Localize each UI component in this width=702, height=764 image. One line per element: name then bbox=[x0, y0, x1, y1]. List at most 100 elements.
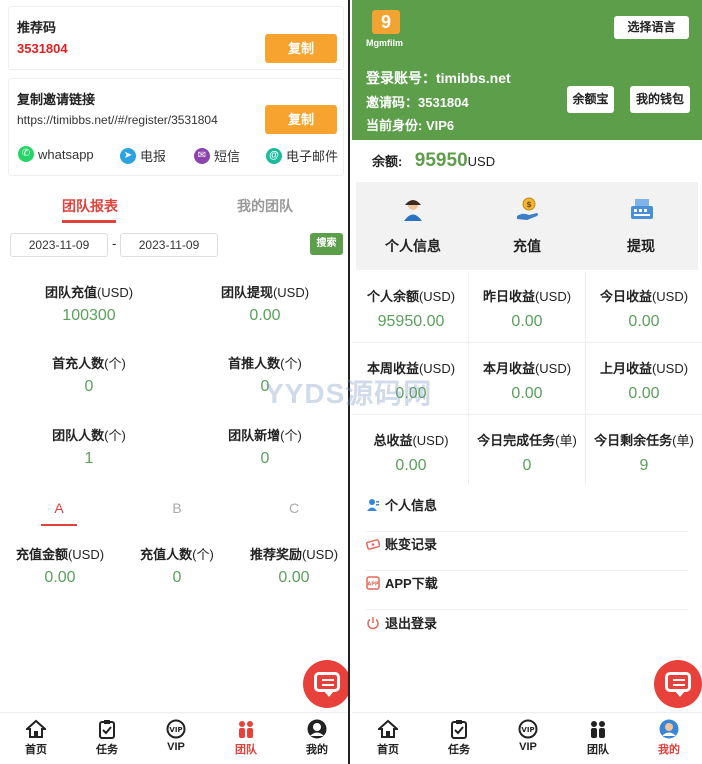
nav-home[interactable]: 首页 bbox=[363, 719, 413, 757]
copy-code-button[interactable]: 复制 bbox=[265, 34, 337, 63]
nav-profile[interactable]: 我的 bbox=[644, 719, 694, 757]
level-stat-recharge-count: 充值人数(个) 0 bbox=[117, 544, 237, 587]
stat-value: 0.00 bbox=[278, 569, 310, 586]
share-label: 电子邮件 bbox=[286, 149, 339, 164]
quick-label: 充值 bbox=[513, 238, 541, 254]
nav-label: 我的 bbox=[658, 744, 680, 756]
stat-title: 上月收益 bbox=[599, 361, 652, 376]
stat-today-earnings: 今日收益(USD) 0.00 bbox=[586, 286, 702, 331]
power-icon bbox=[367, 617, 379, 630]
tab-active-indicator bbox=[62, 220, 116, 223]
nav-label: 任务 bbox=[96, 744, 118, 756]
invite-label: 复制邀请链接 bbox=[17, 92, 96, 107]
search-button[interactable]: 搜索 bbox=[310, 233, 343, 255]
stat-team-withdraw: 团队提现(USD) 0.00 bbox=[190, 282, 340, 325]
chat-button[interactable] bbox=[654, 660, 702, 708]
tab-level-c[interactable]: C bbox=[275, 500, 313, 516]
stat-today-completed-tasks: 今日完成任务(单) 0 bbox=[469, 430, 585, 475]
menu-balance-history[interactable]: 账变记录 bbox=[366, 535, 688, 571]
nav-tasks[interactable]: 任务 bbox=[434, 719, 484, 757]
stat-title: 今日收益 bbox=[599, 289, 652, 304]
stat-title: 首充人数 bbox=[52, 356, 105, 371]
balance-unit: USD bbox=[467, 154, 496, 169]
language-button[interactable]: 选择语言 bbox=[614, 16, 689, 39]
menu-app-download[interactable]: APP APP下载 bbox=[366, 574, 688, 610]
vip-icon: VIP bbox=[518, 719, 538, 739]
identity-row: 当前身份: VIP6 bbox=[366, 115, 454, 134]
tab-level-b[interactable]: B bbox=[158, 500, 196, 516]
stat-title: 首推人数 bbox=[228, 356, 281, 371]
stat-unit: (USD) bbox=[651, 289, 689, 304]
menu-logout[interactable]: 退出登录 bbox=[366, 614, 688, 650]
chat-icon bbox=[665, 672, 691, 697]
date-from-input[interactable]: 2023-11-09 bbox=[10, 233, 108, 257]
team-icon bbox=[591, 721, 605, 738]
invite-code-row: 邀请码：3531804 bbox=[366, 92, 469, 111]
quick-withdraw[interactable]: 提现 bbox=[584, 182, 698, 270]
svg-text:VIP: VIP bbox=[521, 726, 534, 734]
stat-unit: (USD) bbox=[96, 285, 134, 300]
copy-link-button[interactable]: 复制 bbox=[265, 105, 337, 134]
nav-label: 团队 bbox=[587, 744, 609, 756]
level-stat-recharge-amount: 充值金额(USD) 0.00 bbox=[0, 544, 120, 587]
stat-value: 0.00 bbox=[511, 385, 543, 402]
account-row: 登录账号：timibbs.net bbox=[366, 68, 511, 88]
nav-team[interactable]: 团队 bbox=[221, 719, 271, 757]
nav-home[interactable]: 首页 bbox=[11, 719, 61, 757]
stat-value: 0 bbox=[172, 569, 182, 586]
share-whatsapp[interactable]: ✆ whatsapp bbox=[18, 146, 94, 162]
stat-value: 9 bbox=[639, 457, 649, 474]
level-stat-referral-reward: 推荐奖励(USD) 0.00 bbox=[234, 544, 348, 587]
wallet-button[interactable]: 我的钱包 bbox=[630, 86, 690, 113]
quick-label: 个人信息 bbox=[385, 238, 441, 254]
stat-unit: (个) bbox=[192, 547, 214, 562]
share-telegram[interactable]: ➤ 电报 bbox=[120, 146, 166, 165]
stat-total-earnings: 总收益(USD) 0.00 bbox=[353, 430, 469, 475]
app-icon: APP bbox=[366, 576, 380, 590]
invite-code-value: 3531804 bbox=[418, 95, 469, 110]
tab-my-team[interactable]: 我的团队 bbox=[237, 196, 293, 216]
referral-card: 推荐码 3531804 复制 bbox=[8, 6, 344, 70]
stat-title: 今日剩余任务 bbox=[594, 433, 673, 448]
chat-button[interactable] bbox=[303, 660, 348, 708]
stat-first-recharge-count: 首充人数(个) 0 bbox=[14, 353, 164, 396]
account-value: timibbs.net bbox=[436, 70, 511, 86]
stat-unit: (USD) bbox=[534, 361, 572, 376]
tab-team-report[interactable]: 团队报表 bbox=[62, 196, 118, 216]
stat-unit: (个) bbox=[104, 356, 126, 371]
nav-label: 任务 bbox=[448, 744, 470, 756]
identity-label: 当前身份: bbox=[366, 118, 426, 133]
stat-value: 0.00 bbox=[395, 457, 427, 474]
vip-icon: VIP bbox=[166, 719, 186, 739]
ticket-icon bbox=[366, 539, 380, 550]
share-sms[interactable]: ✉ 短信 bbox=[194, 146, 240, 165]
nav-label: VIP bbox=[519, 741, 537, 753]
user-icon bbox=[367, 499, 379, 511]
whatsapp-icon: ✆ bbox=[18, 146, 34, 162]
share-email[interactable]: @ 电子邮件 bbox=[266, 146, 338, 165]
stat-title: 团队充值 bbox=[44, 285, 97, 300]
nav-vip[interactable]: VIP VIP bbox=[151, 719, 201, 753]
nav-tasks[interactable]: 任务 bbox=[82, 719, 132, 757]
nav-label: VIP bbox=[167, 741, 185, 753]
stat-title: 推荐奖励 bbox=[249, 547, 302, 562]
stat-value: 0 bbox=[84, 378, 94, 395]
quick-personal-info[interactable]: 个人信息 bbox=[356, 182, 470, 270]
account-label: 登录账号： bbox=[366, 70, 436, 86]
menu-label: APP下载 bbox=[385, 576, 438, 591]
quick-recharge[interactable]: $ 充值 bbox=[470, 182, 584, 270]
svg-text:APP: APP bbox=[367, 582, 379, 588]
task-icon bbox=[451, 720, 467, 739]
menu-personal-info[interactable]: 个人信息 bbox=[366, 496, 688, 532]
sms-icon: ✉ bbox=[194, 147, 210, 164]
yuebao-button[interactable]: 余额宝 bbox=[567, 86, 614, 113]
tab-level-a[interactable]: A bbox=[40, 500, 78, 516]
email-icon: @ bbox=[266, 147, 282, 164]
profile-icon bbox=[659, 719, 679, 739]
nav-vip[interactable]: VIP VIP bbox=[503, 719, 553, 753]
nav-team[interactable]: 团队 bbox=[573, 719, 623, 757]
date-to-input[interactable]: 2023-11-09 bbox=[120, 233, 218, 257]
nav-profile[interactable]: 我的 bbox=[292, 719, 342, 757]
stat-team-size: 团队人数(个) 1 bbox=[14, 425, 164, 468]
stat-title: 团队人数 bbox=[52, 428, 105, 443]
